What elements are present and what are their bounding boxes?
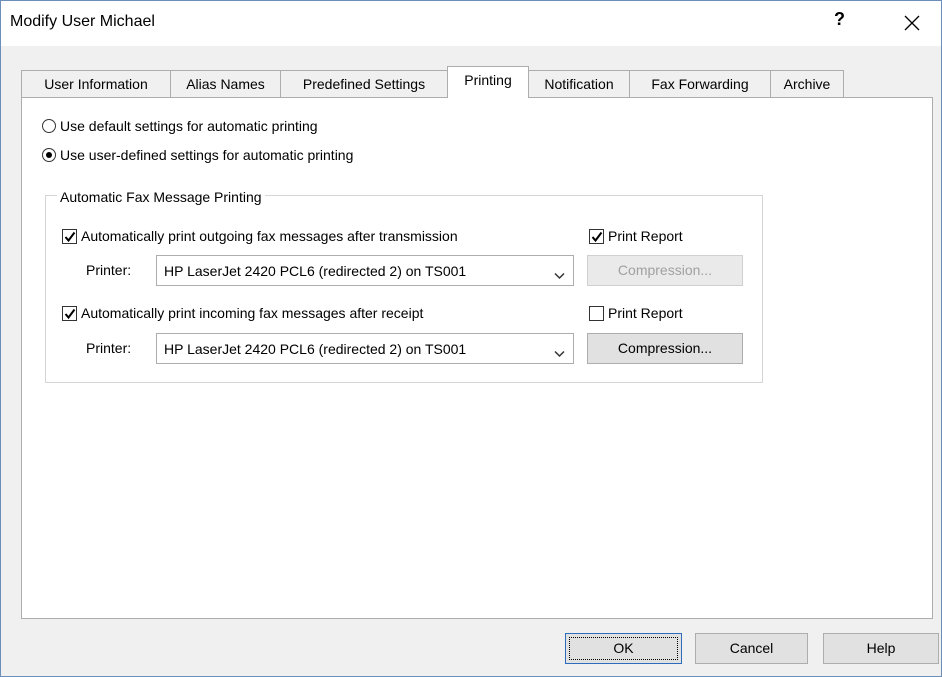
incoming-printer-label: Printer: — [86, 340, 132, 356]
tab-notification[interactable]: Notification — [528, 70, 630, 97]
outgoing-print-checkbox-row[interactable]: Automatically print outgoing fax message… — [62, 228, 458, 244]
incoming-printer-value: HP LaserJet 2420 PCL6 (redirected 2) on … — [164, 341, 467, 357]
modify-user-dialog: Modify User Michael ? User Information A… — [0, 0, 942, 677]
incoming-print-report-row[interactable]: Print Report — [589, 305, 683, 321]
incoming-print-label: Automatically print incoming fax message… — [81, 305, 424, 321]
check-icon — [64, 308, 76, 319]
radio-user-defined-indicator[interactable] — [42, 148, 56, 162]
incoming-printer-select[interactable]: HP LaserJet 2420 PCL6 (redirected 2) on … — [156, 333, 574, 364]
outgoing-print-checkbox[interactable] — [62, 228, 77, 244]
help-button[interactable]: Help — [823, 633, 939, 664]
radio-default-label: Use default settings for automatic print… — [60, 118, 318, 134]
radio-default-settings[interactable]: Use default settings for automatic print… — [42, 118, 318, 134]
check-icon — [591, 231, 603, 242]
close-icon[interactable] — [897, 10, 927, 38]
outgoing-printer-label: Printer: — [86, 262, 132, 278]
printing-panel: Use default settings for automatic print… — [21, 97, 933, 619]
tab-user-information[interactable]: User Information — [21, 70, 171, 97]
radio-default-indicator[interactable] — [42, 119, 56, 133]
focus-rect — [569, 637, 678, 660]
outgoing-printer-select[interactable]: HP LaserJet 2420 PCL6 (redirected 2) on … — [156, 255, 574, 286]
incoming-print-report-label: Print Report — [608, 305, 683, 321]
title-bar: Modify User Michael ? — [1, 1, 941, 46]
outgoing-printer-value: HP LaserJet 2420 PCL6 (redirected 2) on … — [164, 263, 467, 279]
outgoing-print-report-row[interactable]: Print Report — [589, 228, 683, 244]
radio-user-defined-label: Use user-defined settings for automatic … — [60, 147, 354, 163]
outgoing-compression-button[interactable]: Compression... — [587, 255, 743, 286]
chevron-down-icon — [554, 345, 565, 361]
chevron-down-icon — [554, 267, 565, 283]
window-title: Modify User Michael — [10, 13, 155, 30]
ok-button[interactable]: OK — [565, 633, 682, 664]
tab-archive[interactable]: Archive — [770, 70, 844, 97]
outgoing-print-report-label: Print Report — [608, 228, 683, 244]
outgoing-print-label: Automatically print outgoing fax message… — [81, 228, 458, 244]
incoming-print-checkbox[interactable] — [62, 305, 77, 321]
tab-predefined-settings[interactable]: Predefined Settings — [280, 70, 448, 97]
outgoing-print-report-checkbox[interactable] — [589, 228, 604, 244]
tab-fax-forwarding[interactable]: Fax Forwarding — [629, 70, 771, 97]
tab-alias-names[interactable]: Alias Names — [170, 70, 281, 97]
tab-printing[interactable]: Printing — [447, 66, 529, 98]
incoming-print-report-checkbox[interactable] — [589, 305, 604, 321]
incoming-print-checkbox-row[interactable]: Automatically print incoming fax message… — [62, 305, 423, 321]
incoming-compression-button[interactable]: Compression... — [587, 333, 743, 364]
radio-user-defined-settings[interactable]: Use user-defined settings for automatic … — [42, 147, 353, 163]
cancel-button[interactable]: Cancel — [695, 633, 808, 664]
group-title: Automatic Fax Message Printing — [57, 189, 265, 205]
help-icon[interactable]: ? — [834, 9, 845, 30]
check-icon — [64, 231, 76, 242]
